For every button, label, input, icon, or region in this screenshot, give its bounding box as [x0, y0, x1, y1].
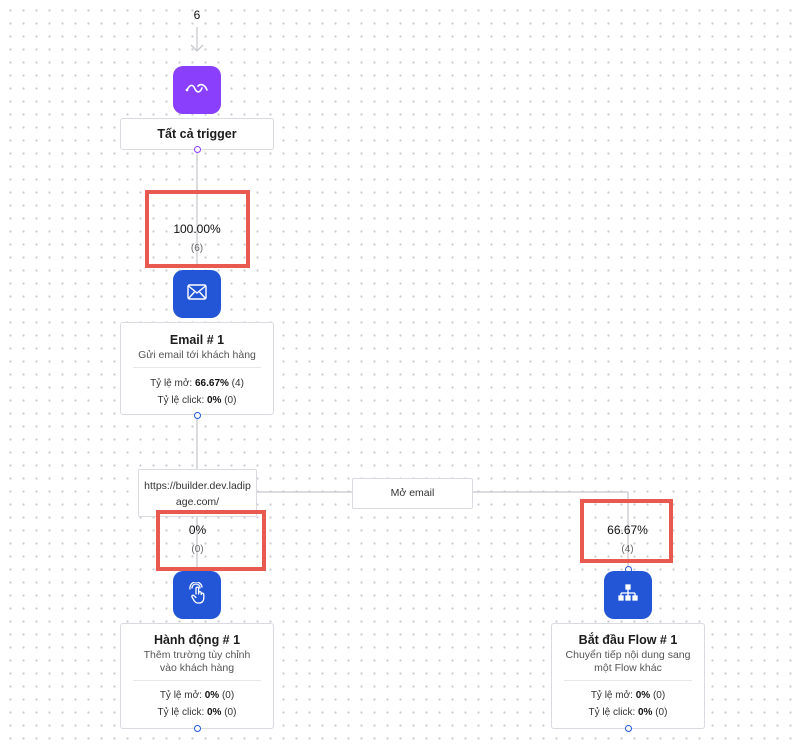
open-rate-label: Tỷ lệ mở:: [150, 378, 195, 389]
email-node-icon-tile[interactable]: [173, 270, 221, 318]
click-rate-count: (0): [221, 395, 237, 406]
sitemap-icon: [618, 583, 638, 607]
open-rate-label: Tỷ lệ mở:: [159, 690, 205, 701]
envelope-icon: [187, 283, 207, 305]
email-click-rate: Tỷ lệ click: 0% (0): [121, 395, 273, 406]
action-title: Hành động # 1: [153, 633, 241, 647]
open-rate-count: (4): [228, 378, 244, 389]
email-output-port[interactable]: [193, 411, 201, 419]
open-rate-value: 0%: [204, 690, 220, 701]
open-rate-value: 66.67%: [194, 378, 229, 389]
highlight-box: [156, 510, 266, 571]
branch-open-email-text: Mở email: [390, 487, 435, 499]
flow-click-rate: Tỷ lệ click: 0% (0): [552, 707, 704, 718]
touch-icon: [188, 580, 206, 609]
flow-output-port[interactable]: [624, 725, 632, 732]
trigger-output-port[interactable]: [193, 145, 201, 153]
flow-title: Bắt đầu Flow # 1: [578, 633, 678, 647]
branch-url-text: https://builder.dev.ladipage.com/: [144, 480, 251, 508]
action-description: Thêm trường tùy chỉnh vào khách hàng: [143, 649, 251, 674]
click-rate-value: 0%: [207, 395, 222, 406]
action-node-card[interactable]: Hành động # 1 Thêm trường tùy chỉnh vào …: [120, 623, 274, 729]
flow-node-card[interactable]: Bắt đầu Flow # 1 Chuyển tiếp nội dung sa…: [551, 623, 705, 729]
email-title: Email # 1: [169, 333, 225, 347]
highlight-box: [145, 190, 250, 268]
action-open-rate: Tỷ lệ mở: 0% (0): [121, 690, 273, 701]
email-node-card[interactable]: Email # 1 Gửi email tới khách hàng Tỷ lệ…: [120, 322, 274, 415]
email-open-rate: Tỷ lệ mở: 66.67% (4): [121, 378, 273, 389]
click-rate-label: Tỷ lệ click:: [588, 707, 638, 718]
click-rate-value: 0%: [207, 707, 222, 718]
action-click-rate: Tỷ lệ click: 0% (0): [121, 707, 273, 718]
action-output-port[interactable]: [193, 725, 201, 732]
click-rate-count: (0): [652, 707, 668, 718]
open-rate-label: Tỷ lệ mở:: [590, 690, 636, 701]
click-rate-count: (0): [221, 707, 237, 718]
divider: [133, 680, 261, 681]
open-rate-count: (0): [650, 690, 666, 701]
action-node-icon-tile[interactable]: [173, 571, 221, 619]
trigger-title: Tất cả trigger: [157, 127, 237, 141]
click-rate-label: Tỷ lệ click:: [157, 395, 207, 406]
flow-node-icon-tile[interactable]: [604, 571, 652, 619]
open-rate-value: 0%: [635, 690, 651, 701]
flow-open-rate: Tỷ lệ mở: 0% (0): [552, 690, 704, 701]
flow-description: Chuyển tiếp nội dung sang một Flow khác: [565, 649, 691, 674]
open-rate-count: (0): [219, 690, 235, 701]
divider: [564, 680, 692, 681]
top-count: 6: [193, 8, 201, 22]
branch-label-open-email[interactable]: Mở email: [352, 478, 473, 509]
click-rate-label: Tỷ lệ click:: [157, 707, 207, 718]
email-description: Gửi email tới khách hàng: [138, 349, 256, 361]
click-rate-value: 0%: [638, 707, 653, 718]
webhook-icon: [185, 81, 209, 100]
highlight-box: [580, 499, 673, 563]
divider: [133, 367, 261, 368]
trigger-node-icon-tile[interactable]: [173, 66, 221, 114]
